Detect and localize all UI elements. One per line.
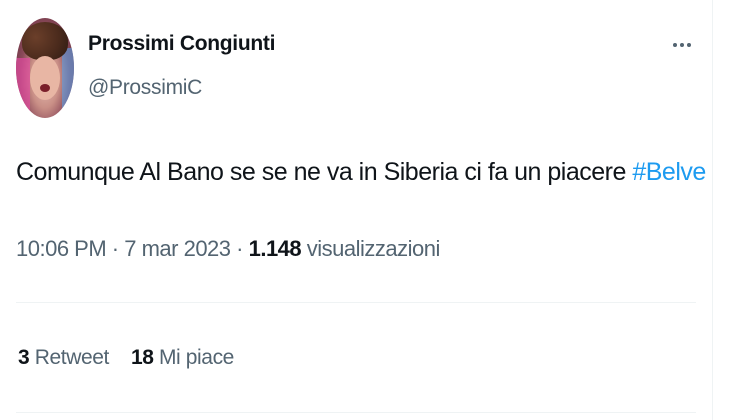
tweet-body: Comunque Al Bano se se ne va in Siberia … (16, 158, 633, 186)
tweet-text: Comunque Al Bano se se ne va in Siberia … (16, 158, 706, 187)
likes-stat[interactable]: 18 Mi piace (131, 346, 234, 369)
tweet-stats: 3 Retweet 18 Mi piace (18, 346, 234, 370)
meta-separator: · (230, 236, 249, 261)
tweet-date[interactable]: 7 mar 2023 (124, 236, 231, 261)
retweets-label: Retweet (29, 346, 110, 369)
column-border (712, 0, 713, 420)
author-handle[interactable]: @ProssimiC (88, 76, 202, 100)
more-horizontal-icon (672, 43, 693, 47)
likes-label: Mi piace (153, 346, 234, 369)
retweets-stat[interactable]: 3 Retweet (18, 346, 109, 369)
likes-count: 18 (130, 346, 154, 369)
avatar[interactable] (16, 18, 74, 118)
divider (16, 302, 696, 303)
views-count: 1.148 (248, 236, 302, 261)
meta-separator: · (106, 236, 125, 261)
retweets-count: 3 (18, 346, 30, 369)
more-options-button[interactable] (664, 30, 700, 60)
tweet-time[interactable]: 10:06 PM (16, 236, 107, 261)
hashtag-link[interactable]: #Belve (632, 158, 706, 186)
author-display-name[interactable]: Prossimi Congiunti (88, 32, 275, 56)
tweet-meta: 10:06 PM · 7 mar 2023 · 1.148 visualizza… (16, 236, 440, 262)
divider (16, 412, 696, 413)
views-label: visualizzazioni (301, 236, 441, 261)
